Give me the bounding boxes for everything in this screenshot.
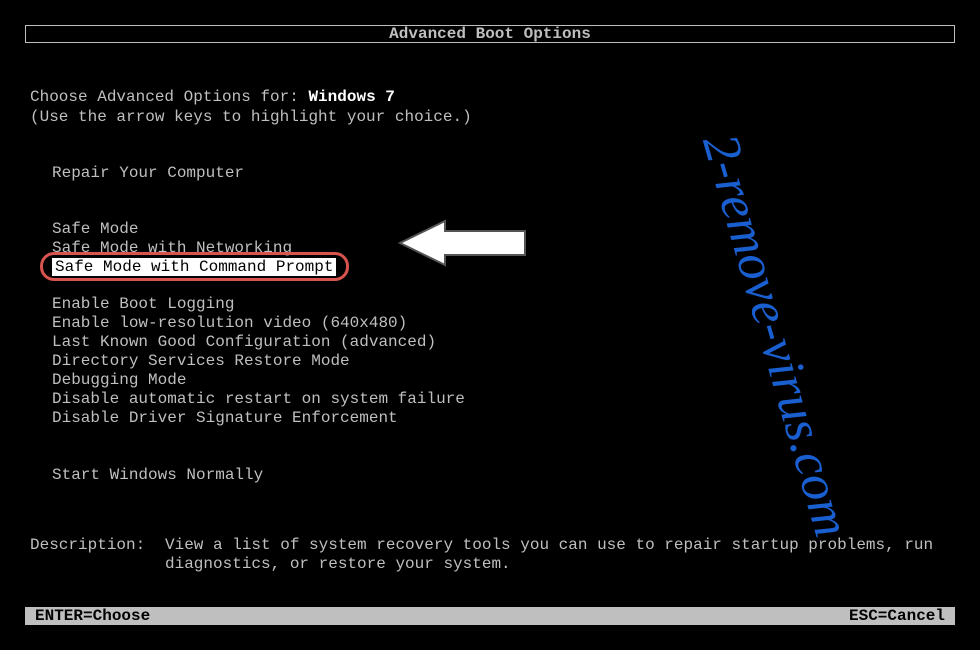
- advanced-options-group: Enable Boot Logging Enable low-resolutio…: [52, 295, 955, 428]
- page-title: Advanced Boot Options: [389, 25, 591, 43]
- option-debugging-mode[interactable]: Debugging Mode: [52, 371, 955, 390]
- safe-mode-group: Safe Mode Safe Mode with Networking Safe…: [52, 220, 955, 277]
- choose-prefix: Choose Advanced Options for:: [30, 88, 308, 106]
- option-safe-mode-networking[interactable]: Safe Mode with Networking: [52, 239, 955, 258]
- description-label: Description:: [30, 536, 165, 574]
- footer-enter-hint: ENTER=Choose: [35, 607, 150, 625]
- option-start-windows-normally[interactable]: Start Windows Normally: [52, 466, 955, 484]
- option-safe-mode-command-prompt[interactable]: Safe Mode with Command Prompt: [52, 258, 336, 277]
- arrow-keys-hint: (Use the arrow keys to highlight your ch…: [30, 108, 955, 126]
- footer-bar: ENTER=Choose ESC=Cancel: [25, 607, 955, 625]
- option-directory-services-restore[interactable]: Directory Services Restore Mode: [52, 352, 955, 371]
- description-block: Description: View a list of system recov…: [30, 536, 955, 574]
- option-last-known-good-config[interactable]: Last Known Good Configuration (advanced): [52, 333, 955, 352]
- option-safe-mode[interactable]: Safe Mode: [52, 220, 955, 239]
- option-enable-boot-logging[interactable]: Enable Boot Logging: [52, 295, 955, 314]
- option-low-resolution-video[interactable]: Enable low-resolution video (640x480): [52, 314, 955, 333]
- option-repair-computer[interactable]: Repair Your Computer: [52, 164, 955, 182]
- choose-options-line: Choose Advanced Options for: Windows 7: [30, 88, 955, 106]
- option-disable-auto-restart[interactable]: Disable automatic restart on system fail…: [52, 390, 955, 409]
- footer-esc-hint: ESC=Cancel: [849, 607, 945, 625]
- description-text: View a list of system recovery tools you…: [165, 536, 955, 574]
- option-disable-driver-signature[interactable]: Disable Driver Signature Enforcement: [52, 409, 955, 428]
- title-bar: Advanced Boot Options: [25, 25, 955, 43]
- selected-option-label: Safe Mode with Command Prompt: [52, 258, 336, 276]
- os-name: Windows 7: [308, 88, 394, 106]
